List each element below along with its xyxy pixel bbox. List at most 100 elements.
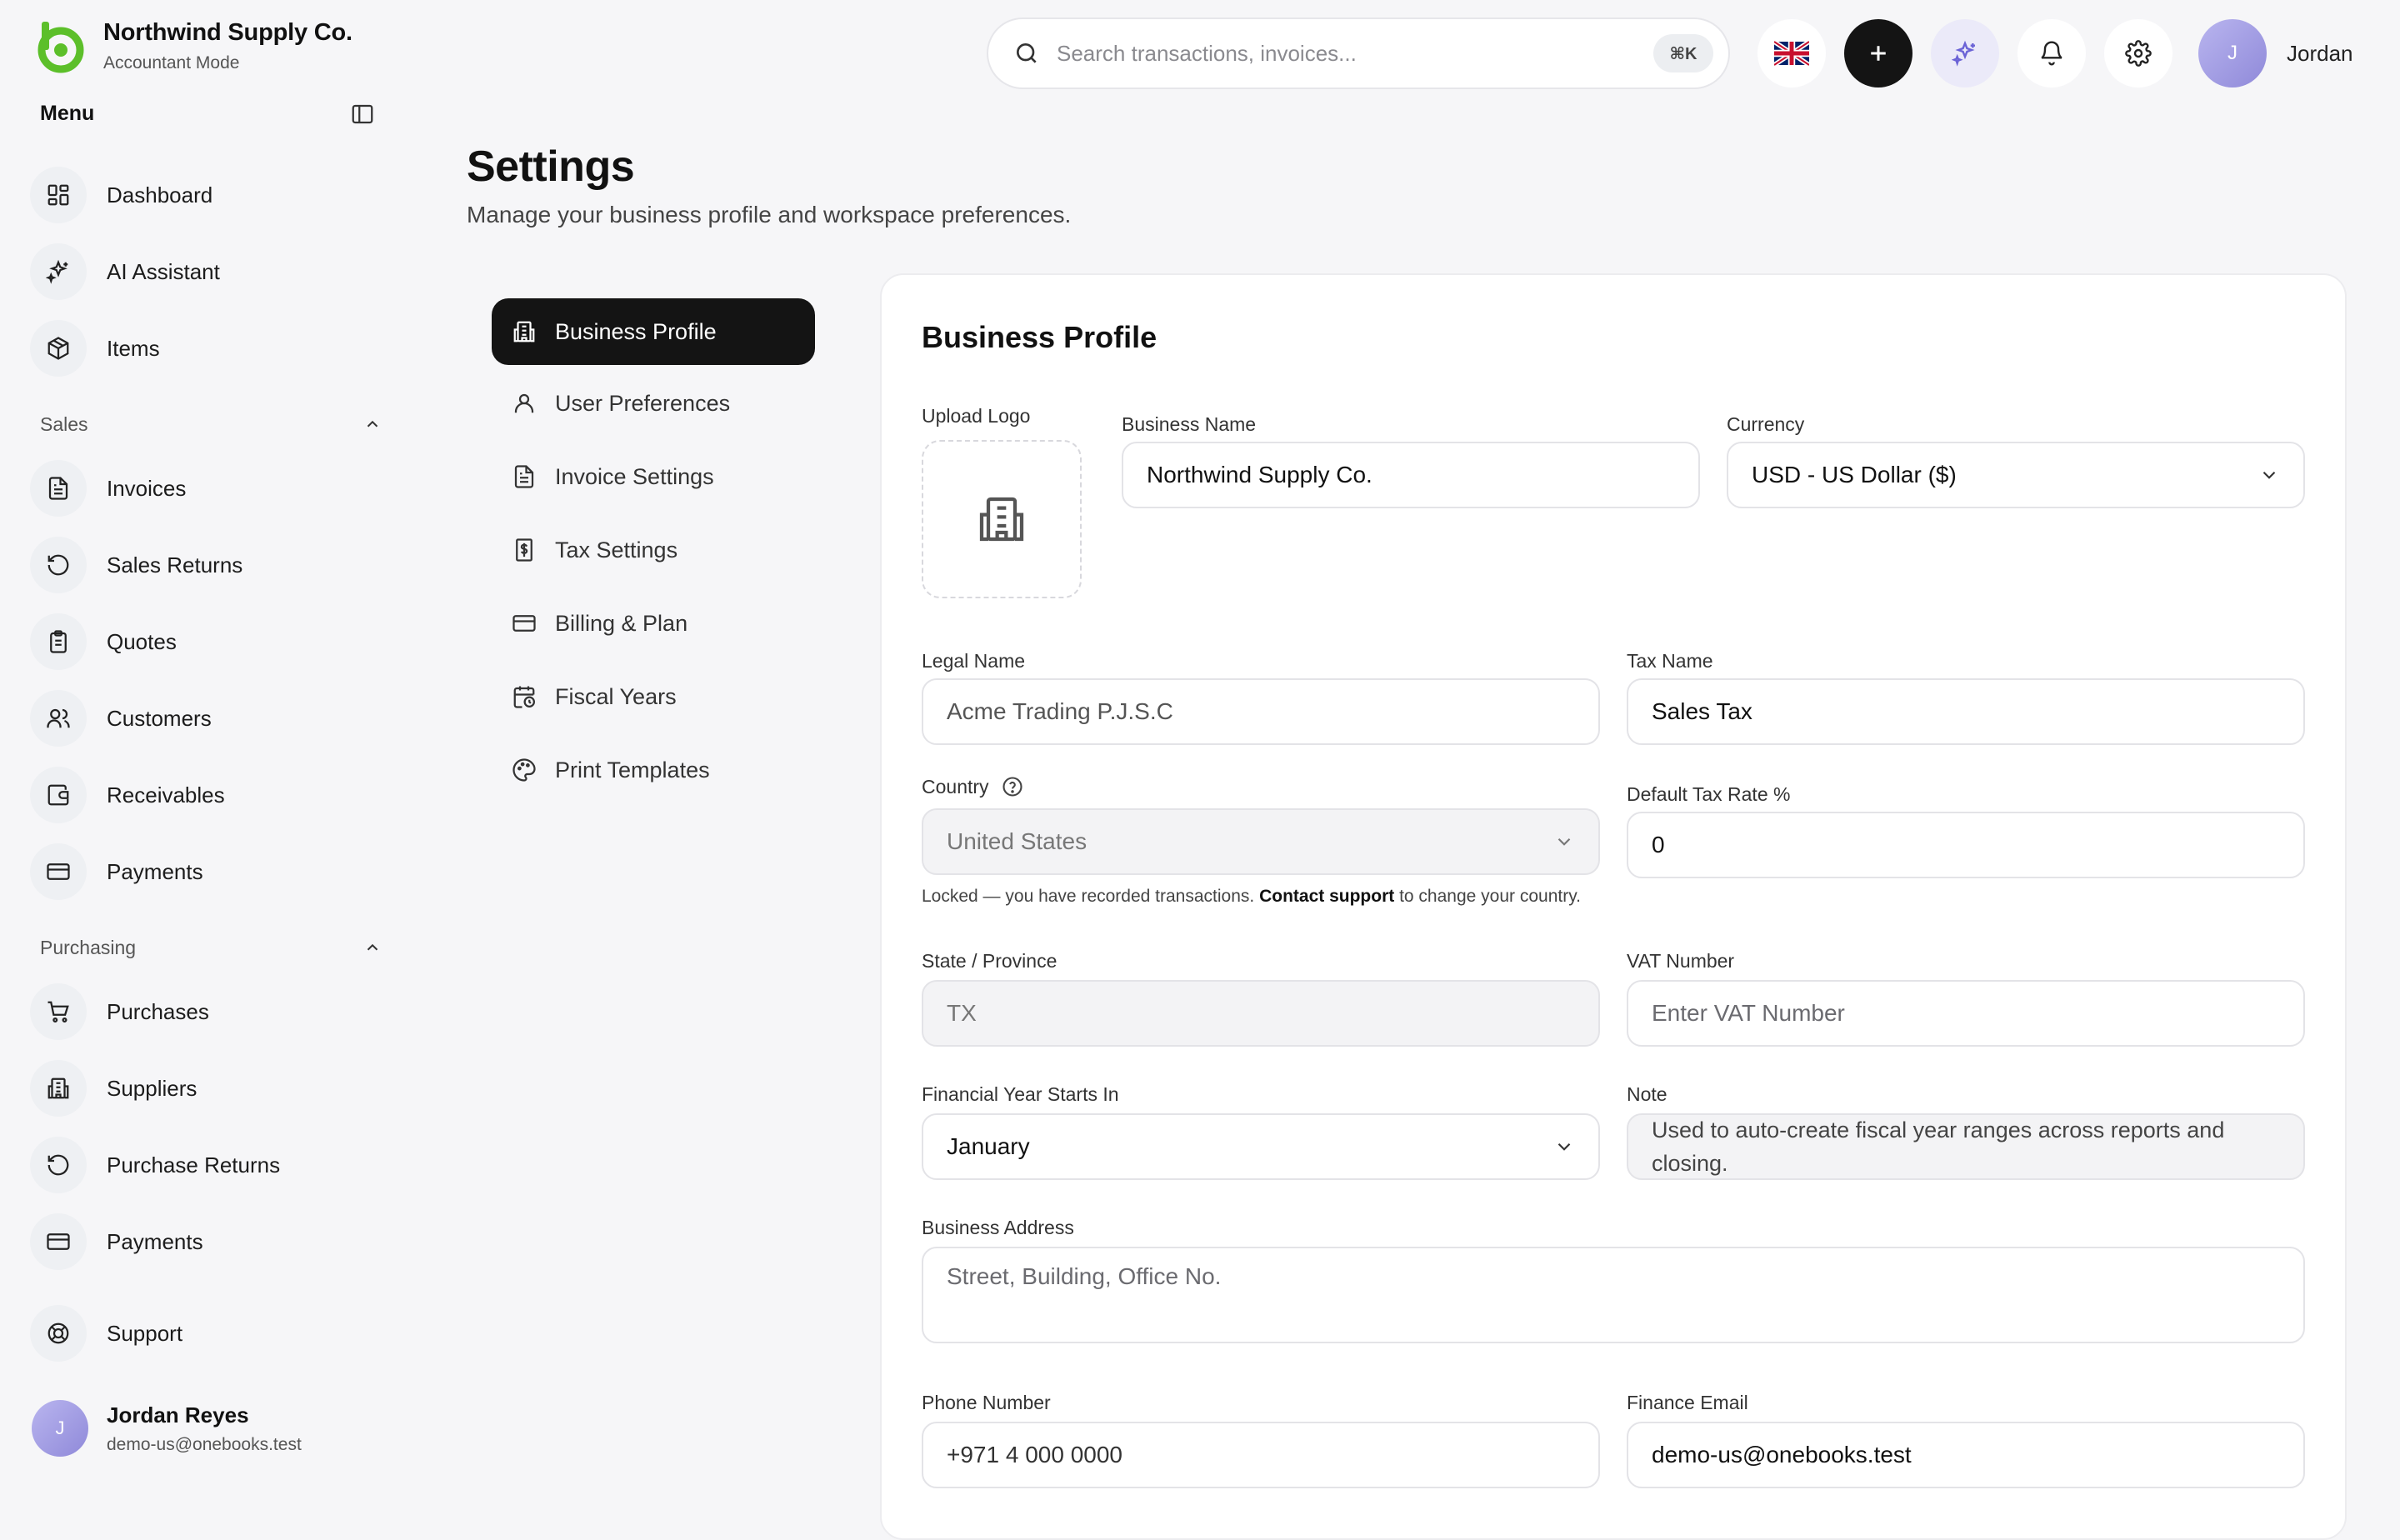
brand[interactable]: Northwind Supply Co. Accountant Mode xyxy=(32,18,352,73)
financial-year-select[interactable]: January xyxy=(922,1113,1600,1180)
sidebar-user-card[interactable]: J Jordan Reyes demo-us@onebooks.test xyxy=(32,1400,302,1457)
vat-number-input[interactable] xyxy=(1652,1000,2280,1027)
sidebar-item-label: Support xyxy=(107,1320,183,1346)
sidebar-item-label: Dashboard xyxy=(107,182,213,208)
credit-card-icon xyxy=(47,1233,70,1250)
building-icon xyxy=(979,497,1024,542)
sidebar-item-quotes[interactable]: Quotes xyxy=(30,612,177,672)
page-title: Settings xyxy=(467,142,635,191)
help-circle-icon[interactable] xyxy=(1001,775,1024,798)
chevron-down-icon xyxy=(1558,838,1571,846)
settings-tab-label: Fiscal Years xyxy=(555,683,677,709)
finance-email-value: demo-us@onebooks.test xyxy=(1652,1442,1912,1468)
settings-tab-invoice-settings[interactable]: Invoice Settings xyxy=(492,443,815,510)
legal-name-field[interactable]: Acme Trading P.J.S.C xyxy=(922,678,1600,745)
section-title: Business Profile xyxy=(922,320,1158,354)
sidebar-item-dashboard[interactable]: Dashboard xyxy=(30,165,212,225)
sidebar-item-suppliers[interactable]: Suppliers xyxy=(30,1058,197,1118)
country-value: United States xyxy=(947,828,1088,854)
sidebar-item-support[interactable]: Support xyxy=(30,1303,182,1363)
chevron-down-icon xyxy=(2262,471,2276,479)
default-tax-rate-field[interactable]: 0 xyxy=(1627,812,2305,878)
settings-tab-user-preferences[interactable]: User Preferences xyxy=(492,370,815,437)
global-search[interactable]: Search transactions, invoices... ⌘K xyxy=(987,18,1730,89)
phone-number-field[interactable]: +971 4 000 0000 xyxy=(922,1422,1600,1488)
menu-title: Menu xyxy=(40,102,95,125)
notifications-button[interactable] xyxy=(2018,19,2086,88)
chevron-up-icon xyxy=(367,420,378,428)
state-value: TX xyxy=(947,1000,977,1026)
panel-left-icon xyxy=(352,104,373,124)
sidebar-item-purchase-returns[interactable]: Purchase Returns xyxy=(30,1135,280,1195)
sidebar-item-items[interactable]: Items xyxy=(30,318,160,378)
sidebar-item-purchases[interactable]: Purchases xyxy=(30,982,209,1042)
users-icon xyxy=(47,708,70,728)
brand-mode: Accountant Mode xyxy=(103,52,240,72)
search-input[interactable]: Search transactions, invoices... xyxy=(1057,41,1653,67)
settings-tab-billing-plan[interactable]: Billing & Plan xyxy=(492,590,815,657)
tax-name-value: Sales Tax xyxy=(1652,698,1752,724)
sidebar-item-ai-assistant[interactable]: AI Assistant xyxy=(30,242,220,302)
rotate-ccw-icon xyxy=(48,1154,69,1176)
business-name-value: Northwind Supply Co. xyxy=(1147,462,1372,488)
settings-tab-business-profile[interactable]: Business Profile xyxy=(492,298,815,365)
business-address-input[interactable] xyxy=(947,1263,2280,1330)
country-label: Country xyxy=(922,775,989,798)
vat-number-field[interactable] xyxy=(1627,980,2305,1047)
settings-tab-tax-settings[interactable]: Tax Settings xyxy=(492,517,815,583)
state-field[interactable]: TX xyxy=(922,980,1600,1047)
country-select[interactable]: United States xyxy=(922,808,1600,875)
sidebar-item-payments-purchasing[interactable]: Payments xyxy=(30,1212,203,1272)
create-new-button[interactable] xyxy=(1844,19,1912,88)
currency-select[interactable]: USD - US Dollar ($) xyxy=(1727,442,2305,508)
shortcut-badge: ⌘K xyxy=(1653,34,1713,72)
avatar: J xyxy=(32,1400,88,1457)
building-icon xyxy=(48,1078,69,1099)
business-name-field[interactable]: Northwind Supply Co. xyxy=(1122,442,1700,508)
settings-tab-label: Business Profile xyxy=(555,318,717,344)
settings-tab-print-templates[interactable]: Print Templates xyxy=(492,737,815,803)
building-icon xyxy=(513,321,535,342)
sidebar-toggle-button[interactable] xyxy=(348,100,377,128)
account-menu[interactable]: J Jordan xyxy=(2198,19,2353,88)
settings-button[interactable] xyxy=(2104,19,2172,88)
avatar: J xyxy=(2198,19,2267,88)
chevron-down-icon xyxy=(1558,1142,1571,1151)
legal-name-value: Acme Trading P.J.S.C xyxy=(947,698,1173,724)
settings-tab-label: Tax Settings xyxy=(555,537,678,562)
cart-icon xyxy=(48,1001,69,1022)
sidebar-item-customers[interactable]: Customers xyxy=(30,688,212,748)
credit-card-icon xyxy=(47,863,70,880)
sidebar-group-purchasing[interactable]: Purchasing xyxy=(40,932,382,962)
currency-value: USD - US Dollar ($) xyxy=(1752,462,1957,488)
settings-tab-label: Billing & Plan xyxy=(555,610,688,636)
finance-email-field[interactable]: demo-us@onebooks.test xyxy=(1627,1422,2305,1488)
palette-icon xyxy=(512,758,536,782)
contact-support-link[interactable]: Contact support xyxy=(1259,887,1394,906)
sidebar-group-sales[interactable]: Sales xyxy=(40,409,382,439)
brand-name: Northwind Supply Co. xyxy=(103,18,352,46)
brand-logo-icon xyxy=(32,18,87,73)
ai-assistant-button[interactable] xyxy=(1931,19,1999,88)
upload-logo-dropzone[interactable] xyxy=(922,440,1082,598)
uk-flag-icon xyxy=(1774,41,1809,66)
sidebar-item-sales-returns[interactable]: Sales Returns xyxy=(30,535,242,595)
vat-number-label: VAT Number xyxy=(1627,950,1735,972)
sidebar-item-receivables[interactable]: Receivables xyxy=(30,765,225,825)
language-button[interactable] xyxy=(1758,19,1826,88)
settings-tab-label: Print Templates xyxy=(555,757,710,782)
financial-year-value: January xyxy=(947,1133,1030,1159)
gear-icon xyxy=(2125,40,2152,67)
sidebar-item-label: Suppliers xyxy=(107,1075,198,1101)
sidebar: Northwind Supply Co. Accountant Mode Men… xyxy=(0,0,400,1500)
business-address-field[interactable] xyxy=(922,1247,2305,1343)
sidebar-item-invoices[interactable]: Invoices xyxy=(30,458,186,518)
account-name: Jordan xyxy=(2287,40,2353,66)
hint-text: Locked — you have recorded transactions. xyxy=(922,887,1255,906)
tax-name-field[interactable]: Sales Tax xyxy=(1627,678,2305,745)
finance-email-label: Finance Email xyxy=(1627,1392,1748,1413)
sidebar-item-payments-sales[interactable]: Payments xyxy=(30,842,203,902)
settings-tab-fiscal-years[interactable]: Fiscal Years xyxy=(492,663,815,730)
note-value: Used to auto-create fiscal year ranges a… xyxy=(1652,1118,2225,1176)
sidebar-group-label: Purchasing xyxy=(40,936,137,958)
